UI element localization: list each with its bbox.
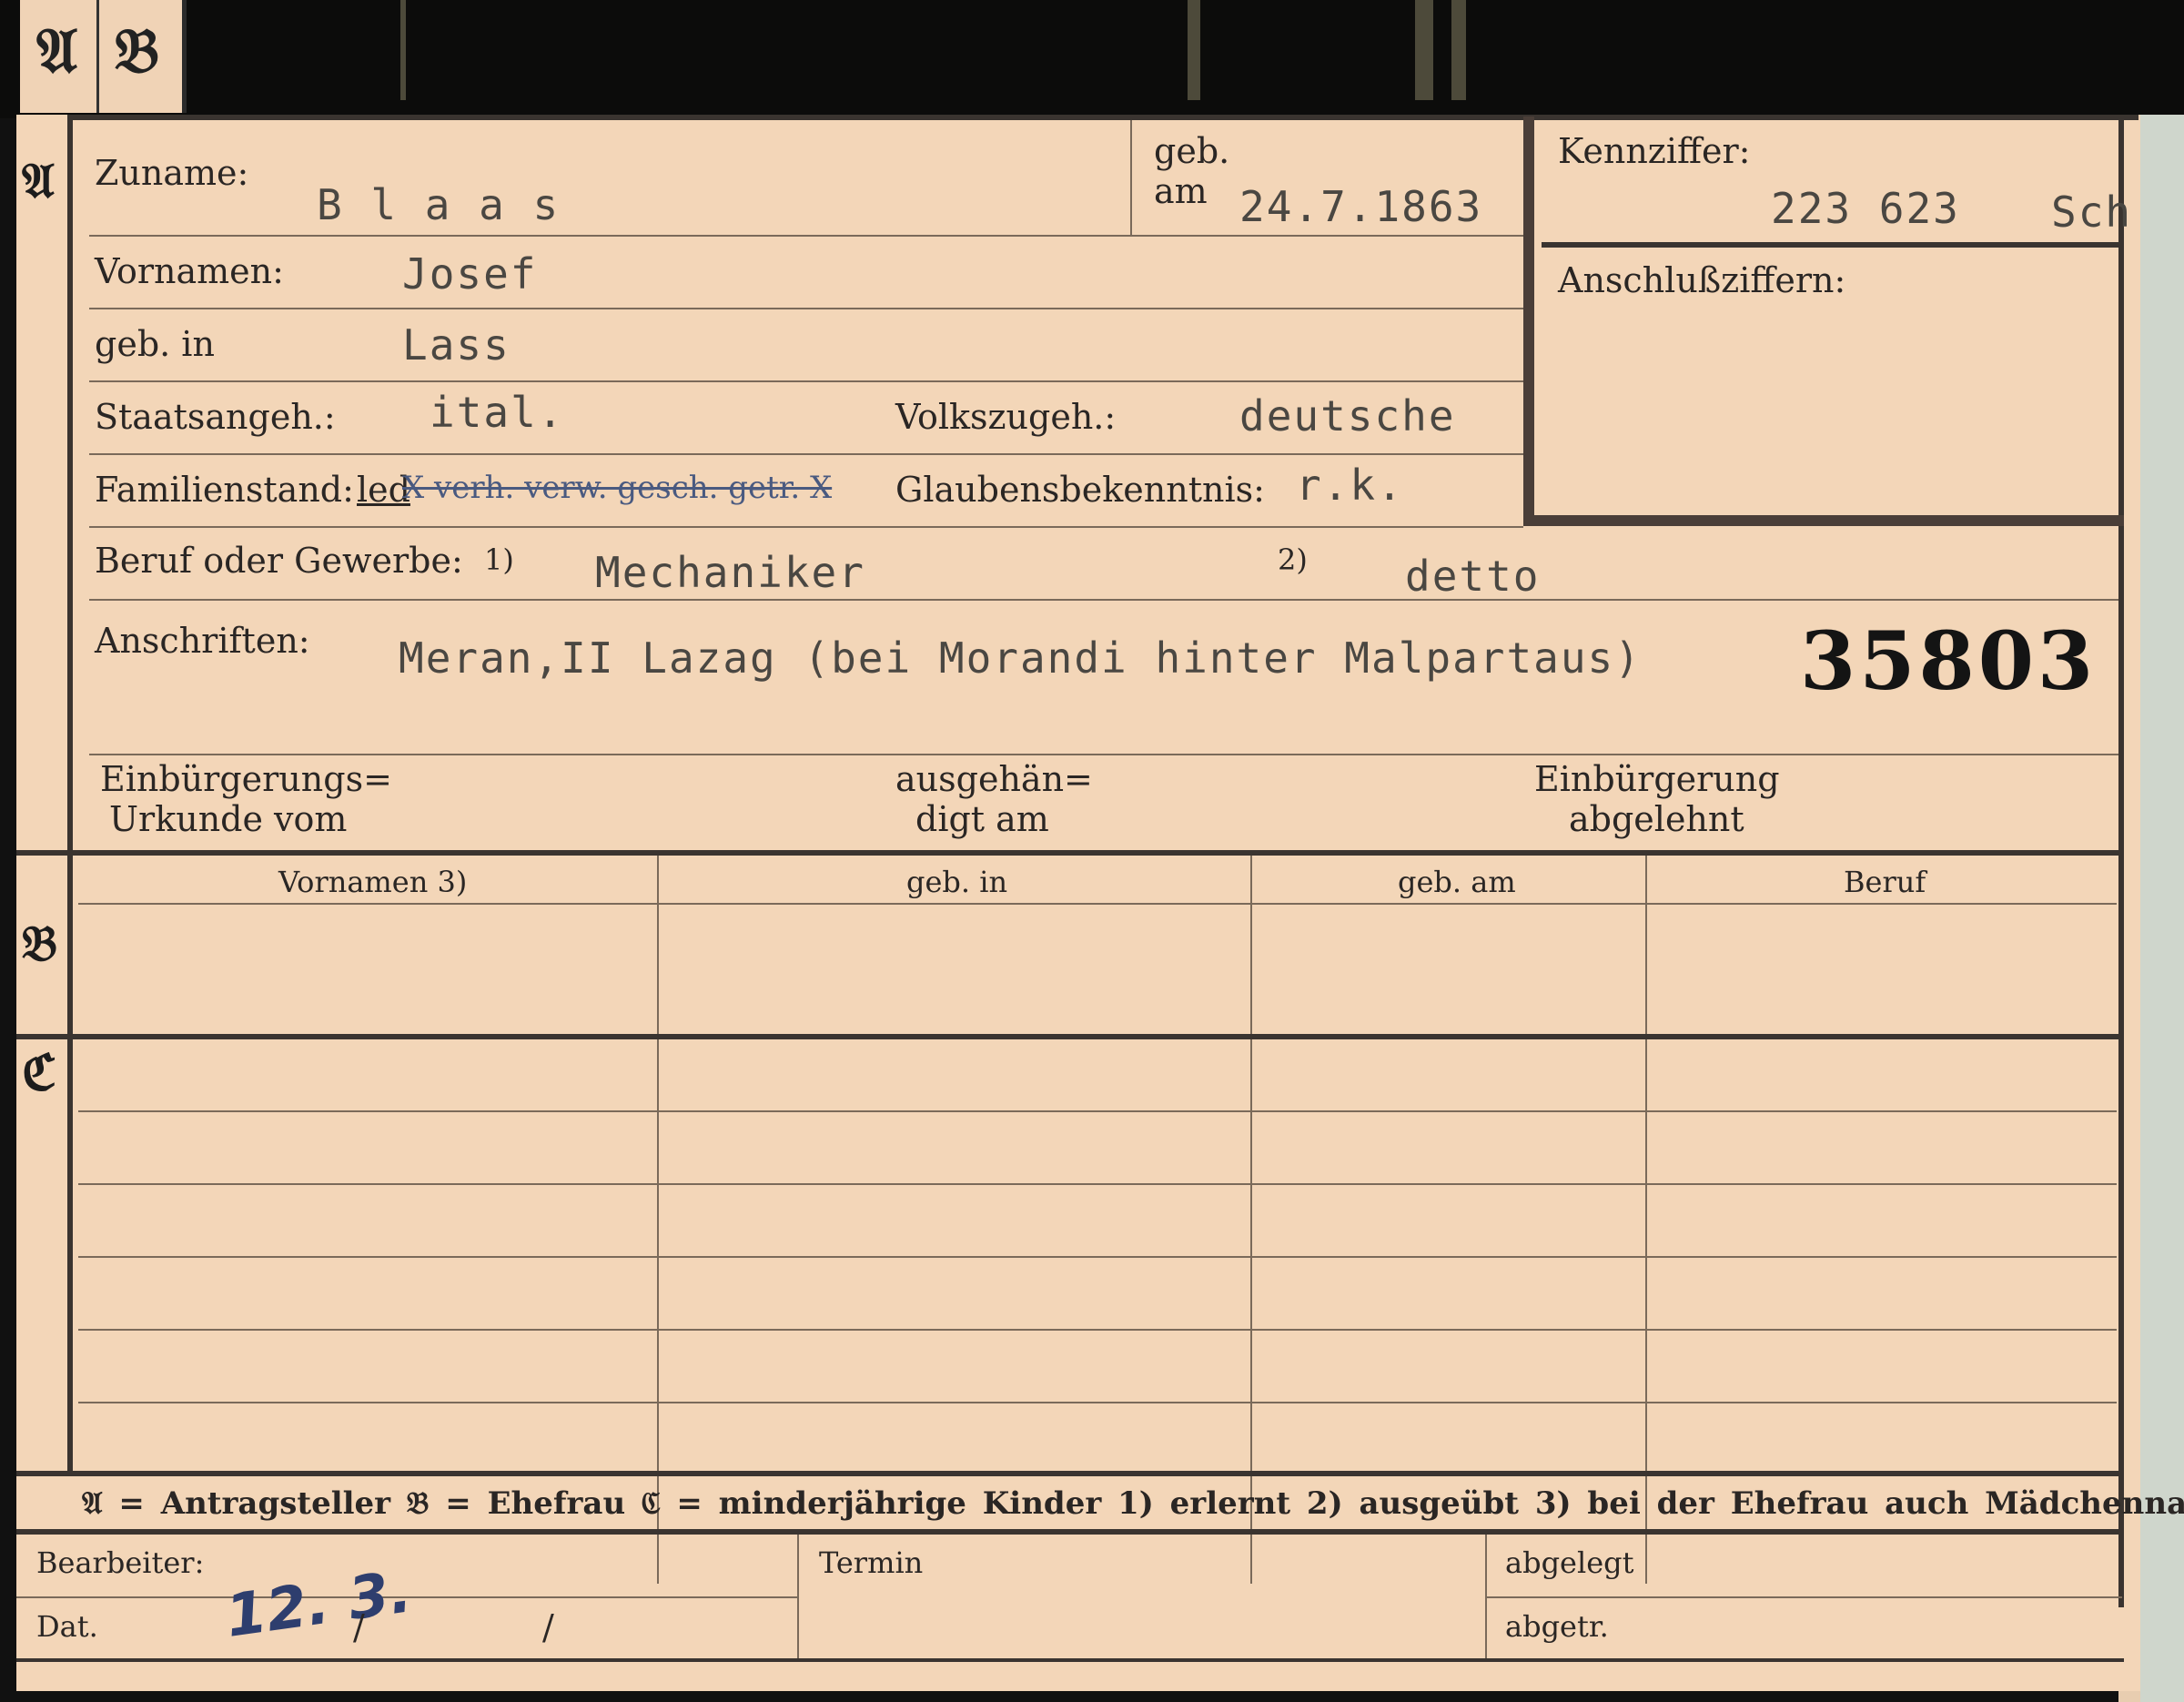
code-value: 223 623 xyxy=(1771,184,1960,233)
scanner-background xyxy=(0,0,2184,118)
code-suffix: Sch xyxy=(2051,187,2133,237)
row-line xyxy=(89,526,1523,528)
date-handwritten: 12. 3. xyxy=(221,1558,416,1651)
column-header-birth-date: geb. am xyxy=(1398,865,1516,899)
clerk-label: Bearbeiter: xyxy=(36,1545,205,1580)
table-row-line xyxy=(78,1402,2117,1403)
table-row-line xyxy=(78,1110,2117,1112)
date-separator: / xyxy=(353,1607,365,1647)
first-names-label: Vornamen: xyxy=(95,251,284,291)
table-header-line xyxy=(78,903,2117,905)
removed-label: abgetr. xyxy=(1505,1609,1609,1644)
table-row-line xyxy=(78,1256,2117,1258)
column-header-birthplace: geb. in xyxy=(906,865,1008,899)
footnote-2-marker: 2) xyxy=(1278,542,1308,577)
occupation-label: Beruf oder Gewerbe: xyxy=(95,541,463,581)
citizenship-value: ital. xyxy=(430,388,565,437)
address-value: Meran,II Lazag (bei Morandi hinter Malpa… xyxy=(399,633,1642,683)
right-border xyxy=(2118,115,2124,1607)
background-stripe xyxy=(1415,0,1433,100)
marital-struck-options: X verh. verw. gesch. getr. X xyxy=(402,470,833,506)
date-separator: / xyxy=(542,1607,554,1647)
ethnicity-label: Volkszugeh.: xyxy=(895,397,1117,437)
left-border xyxy=(67,117,73,1473)
born-label: geb. xyxy=(1154,131,1230,171)
registration-card: 𝔄 Kennziffer: 223 623 Sch Anschlußziffer… xyxy=(16,115,2184,1691)
religion-value: r.k. xyxy=(1296,461,1404,510)
legend: 𝔄 = Antragsteller 𝔅 = Ehefrau ℭ = minder… xyxy=(82,1485,2184,1522)
address-label: Anschriften: xyxy=(95,621,310,661)
section-b-marker: 𝔅 xyxy=(22,914,57,972)
birthplace-label: geb. in xyxy=(95,324,215,364)
row-line xyxy=(89,235,1523,237)
legend-bottom-border xyxy=(16,1529,2124,1535)
born-on-label: am xyxy=(1154,171,1208,211)
row-line xyxy=(89,380,1523,382)
table-row-line xyxy=(78,1329,2117,1331)
id-box-divider xyxy=(1542,242,2124,248)
refused-label-1: Einbürgerung xyxy=(1534,759,1780,799)
section-b-top-border xyxy=(16,850,2124,856)
tab-letter-b: 𝔅 xyxy=(115,15,160,87)
birth-date-value: 24.7.1863 xyxy=(1239,182,1483,231)
footer-row-line xyxy=(1485,1596,2122,1598)
table-row-line xyxy=(78,1183,2117,1185)
id-box-left-border xyxy=(1523,117,1534,521)
background-stripe xyxy=(1188,0,1200,100)
naturalization-label-1: Einbürgerungs= xyxy=(100,759,392,799)
deadline-label: Termin xyxy=(819,1545,924,1580)
tab-letter-a: 𝔄 xyxy=(36,15,78,87)
row-line xyxy=(89,599,2118,601)
row-line xyxy=(89,308,1523,309)
id-box-bottom-border xyxy=(1523,515,2124,526)
first-names-value: Josef xyxy=(402,249,538,299)
file-number: 35803 xyxy=(1800,613,2098,708)
footer-divider xyxy=(797,1535,799,1658)
footnote-1-marker: 1) xyxy=(484,542,514,577)
handed-label-2: digt am xyxy=(915,799,1049,839)
background-right xyxy=(2140,115,2184,1702)
code-label: Kennziffer: xyxy=(1558,131,1751,171)
background-stripe xyxy=(1451,0,1466,100)
religion-label: Glaubensbekenntnis: xyxy=(895,470,1265,510)
column-header-first-names: Vornamen 3) xyxy=(278,865,468,899)
citizenship-label: Staatsangeh.: xyxy=(95,397,336,437)
column-header-occupation: Beruf xyxy=(1844,865,1926,899)
birthplace-value: Lass xyxy=(402,320,511,370)
birth-date-divider xyxy=(1130,120,1132,235)
surname-value: B l a a s xyxy=(317,180,561,229)
row-line xyxy=(89,754,2118,755)
background-stripe xyxy=(400,0,406,100)
card-bottom-border xyxy=(16,1658,2124,1662)
naturalization-label-2: Urkunde vom xyxy=(109,799,348,839)
section-c-top-border xyxy=(16,1034,2124,1039)
refused-label-2: abgelehnt xyxy=(1569,799,1744,839)
date-label: Dat. xyxy=(36,1609,98,1644)
filed-label: abgelegt xyxy=(1505,1545,1634,1580)
connection-label: Anschlußziffern: xyxy=(1558,260,1846,300)
ethnicity-value: deutsche xyxy=(1239,391,1456,441)
marital-label: Familienstand: xyxy=(95,470,354,510)
occupation-practiced-value: detto xyxy=(1405,552,1541,601)
legend-top-border xyxy=(16,1471,2124,1476)
section-c-marker: ℭ xyxy=(22,1043,56,1101)
top-border xyxy=(67,115,2138,120)
occupation-learned-value: Mechaniker xyxy=(595,548,865,597)
row-line xyxy=(89,453,1523,455)
handed-label-1: ausgehän= xyxy=(895,759,1093,799)
section-a-marker: 𝔄 xyxy=(22,151,55,209)
tab-divider xyxy=(96,0,99,113)
index-tab: 𝔄 𝔅 xyxy=(20,0,187,113)
surname-label: Zuname: xyxy=(95,153,249,193)
